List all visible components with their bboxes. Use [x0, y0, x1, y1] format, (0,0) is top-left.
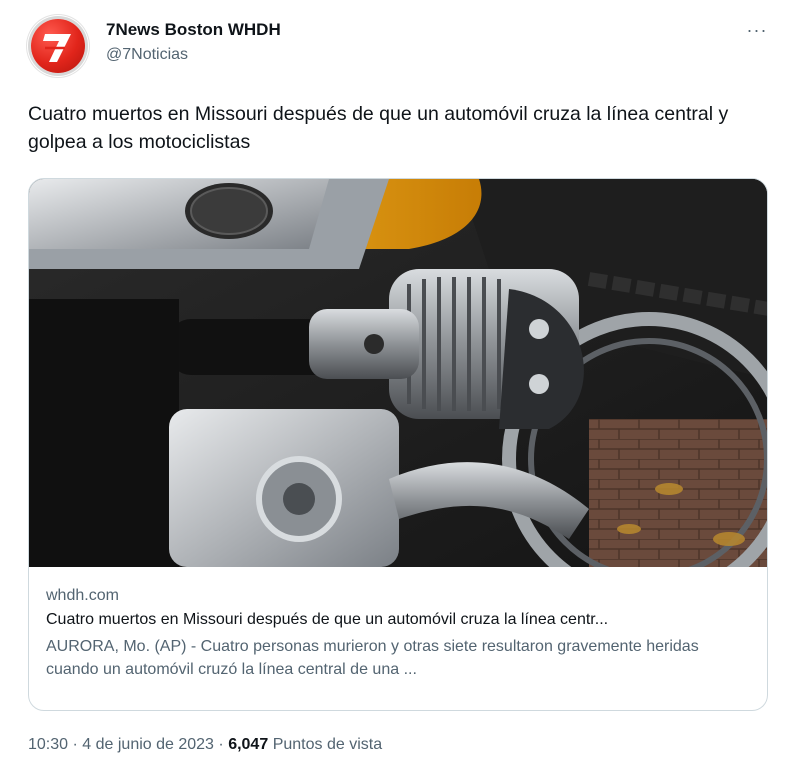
- author-name[interactable]: 7News Boston WHDH: [106, 20, 281, 40]
- author-handle[interactable]: @7Noticias: [106, 46, 188, 64]
- views-count: 6,047: [228, 736, 269, 753]
- link-domain: whdh.com: [46, 587, 119, 604]
- 7news-logo-icon: [31, 19, 85, 73]
- tweet: 7News Boston WHDH @7Noticias ··· Cuatro …: [0, 0, 800, 770]
- link-card-meta[interactable]: whdh.com Cuatro muertos en Missouri desp…: [29, 567, 767, 710]
- separator: ·: [72, 736, 78, 753]
- tweet-footer: 10:30 · 4 de junio de 2023 · 6,047 Punto…: [28, 736, 382, 754]
- motorcycle-engine-photo[interactable]: [29, 179, 767, 606]
- tweet-date[interactable]: 4 de junio de 2023: [82, 736, 214, 753]
- avatar[interactable]: [26, 14, 90, 78]
- link-card[interactable]: whdh.com Cuatro muertos en Missouri desp…: [28, 178, 768, 711]
- link-description: AURORA, Mo. (AP) - Cuatro personas murie…: [46, 638, 699, 678]
- views-label: Puntos de vista: [272, 736, 383, 753]
- separator: ·: [218, 736, 224, 753]
- tweet-time[interactable]: 10:30: [28, 736, 68, 753]
- more-options-icon[interactable]: ···: [742, 18, 772, 42]
- tweet-text: Cuatro muertos en Missouri después de qu…: [28, 103, 729, 153]
- link-title: Cuatro muertos en Missouri después de qu…: [46, 611, 609, 628]
